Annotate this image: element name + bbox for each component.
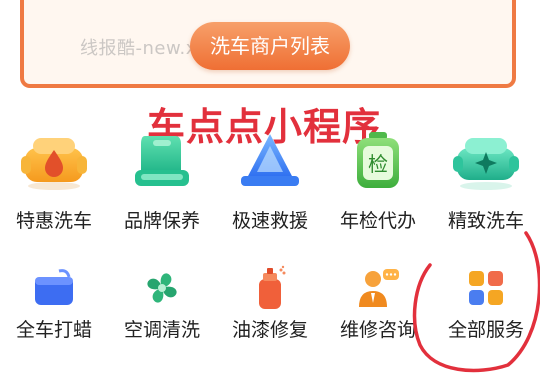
service-item-full-wax[interactable]: 全车打蜡: [0, 255, 108, 365]
service-row-2: 全车打蜡 空调清洗 油漆修复 维修咨询 全部服务: [0, 255, 540, 365]
service-item-annual-inspection[interactable]: 检 年检代办: [324, 130, 432, 240]
service-item-ac-cleaning[interactable]: 空调清洗: [108, 255, 216, 365]
car-wash-drop-icon: [21, 138, 87, 190]
service-item-special-wash[interactable]: 特惠洗车: [0, 130, 108, 240]
service-item-brand-maintenance[interactable]: 品牌保养: [108, 130, 216, 240]
spray-paint-icon: [259, 265, 286, 309]
inspection-tag-icon: 检: [357, 132, 399, 188]
service-label: 空调清洗: [123, 319, 200, 341]
service-label: 精致洗车: [447, 210, 524, 232]
car-seat-icon: [135, 136, 189, 186]
service-label: 极速救援: [231, 210, 308, 232]
wax-card-icon: [35, 269, 73, 305]
merchant-list-button[interactable]: 洗车商户列表: [190, 22, 350, 70]
warning-triangle-icon: [241, 134, 299, 186]
svg-text:检: 检: [368, 152, 388, 176]
consultant-icon: [359, 269, 399, 307]
service-row-1: 特惠洗车 品牌保养 极速救援 检 年检代办 精致洗车: [0, 130, 540, 240]
service-label: 全部服务: [447, 319, 524, 341]
service-item-repair-consult[interactable]: 维修咨询: [324, 255, 432, 365]
service-label: 维修咨询: [339, 319, 416, 341]
service-item-fine-wash[interactable]: 精致洗车: [432, 130, 540, 240]
service-item-paint-repair[interactable]: 油漆修复: [216, 255, 324, 365]
service-label: 油漆修复: [231, 319, 308, 341]
service-label: 年检代办: [339, 210, 416, 232]
service-label: 全车打蜡: [15, 319, 92, 341]
service-item-all-services[interactable]: 全部服务: [432, 255, 540, 365]
car-sparkle-icon: [453, 138, 519, 190]
service-item-quick-rescue[interactable]: 极速救援: [216, 130, 324, 240]
fan-icon: [147, 273, 177, 303]
service-page: 线报酷-new.xianbao.fun 洗车商户列表 车点点小程序 特惠洗车 品…: [0, 0, 540, 375]
service-label: 品牌保养: [123, 210, 200, 232]
grid-apps-icon: [469, 271, 503, 305]
service-label: 特惠洗车: [15, 210, 92, 232]
